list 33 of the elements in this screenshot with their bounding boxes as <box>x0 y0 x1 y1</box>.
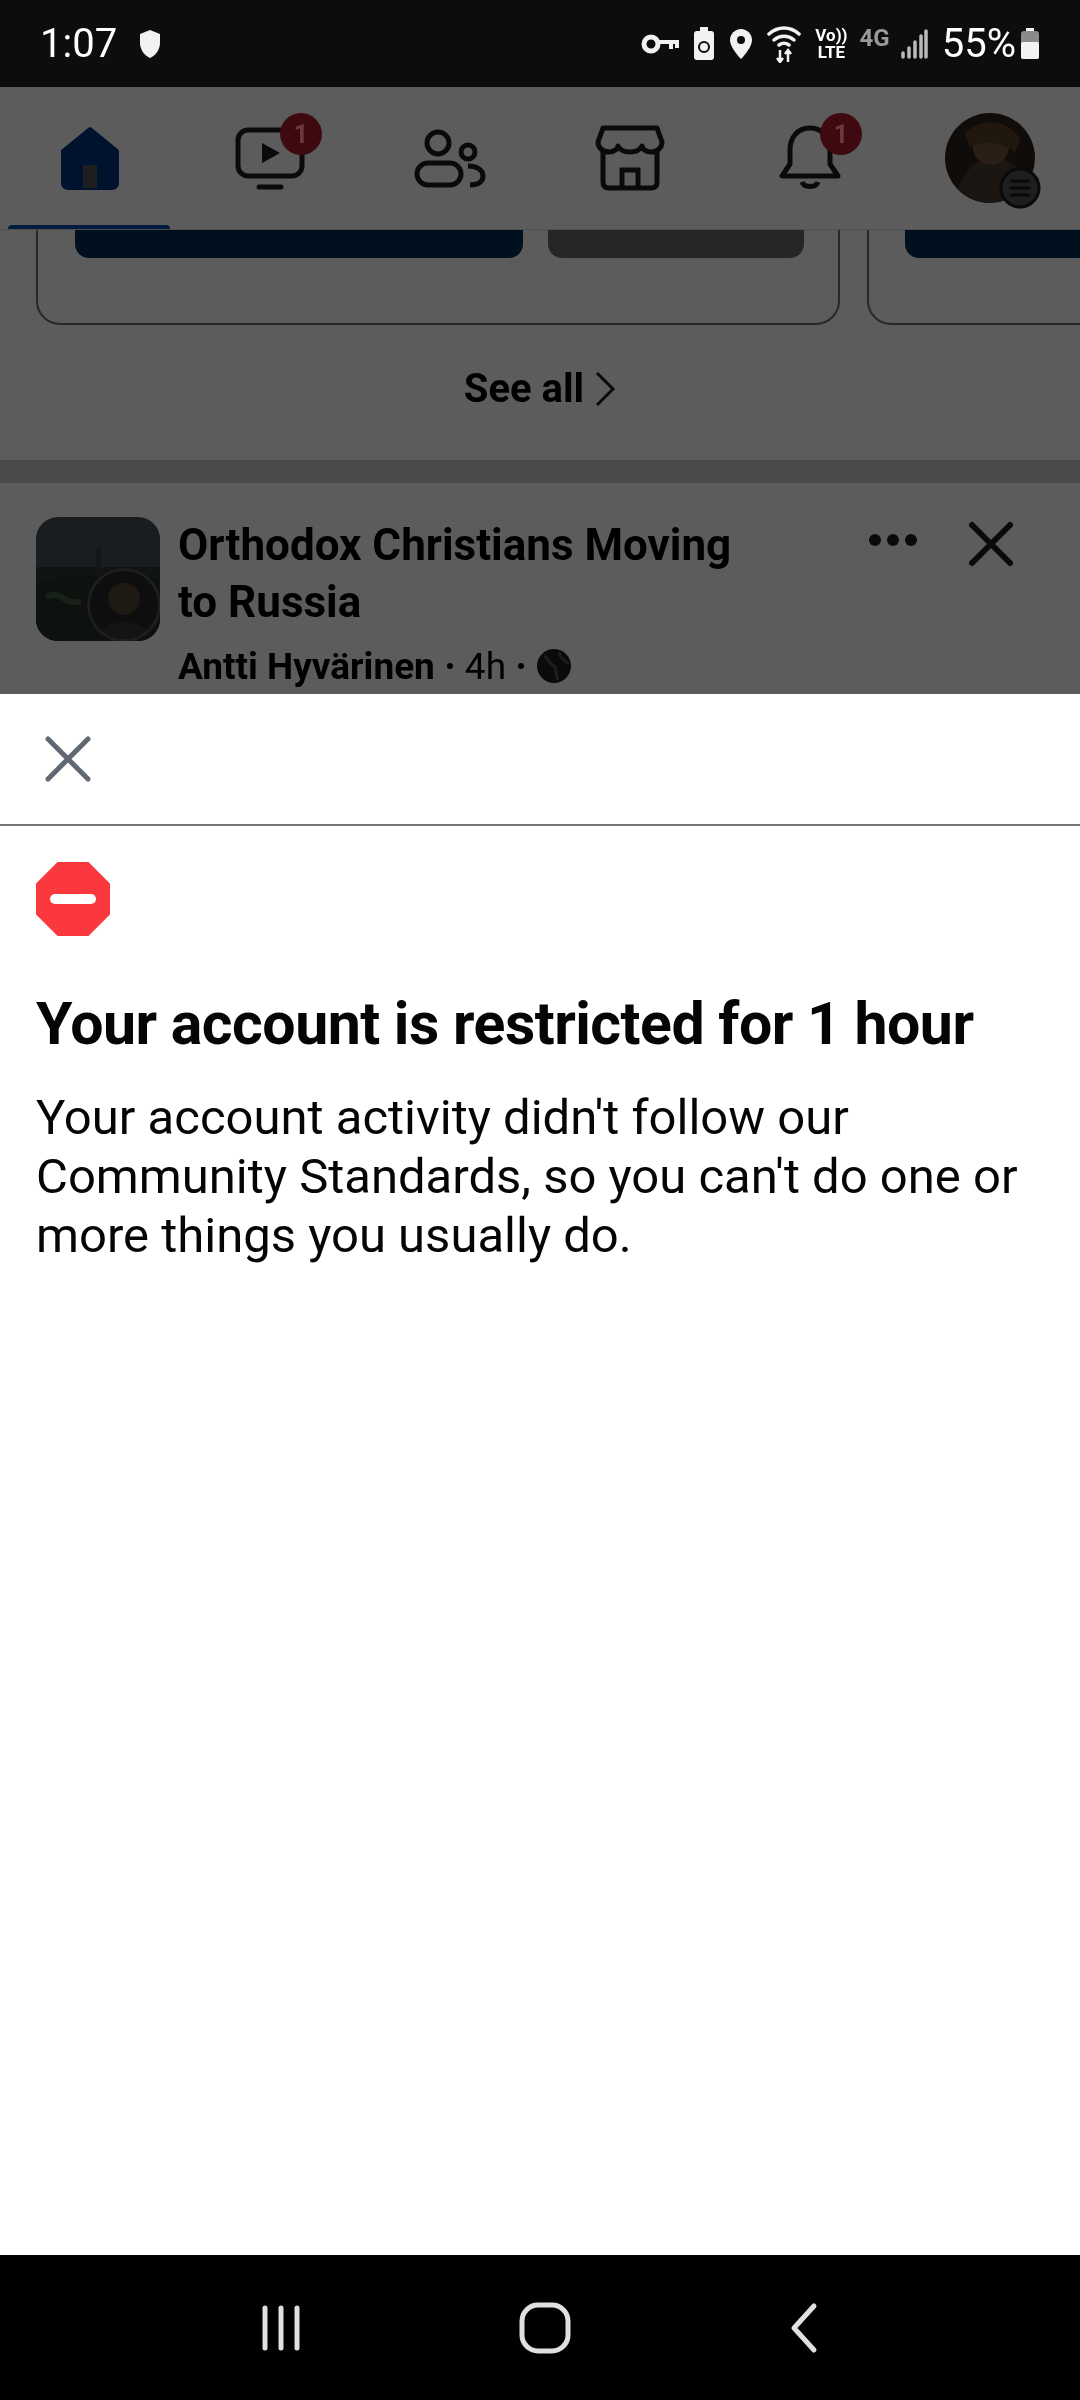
volte-label: LTE <box>817 43 846 61</box>
group-name: Orthodox Christians Moving to Russia <box>178 517 733 630</box>
shield-icon <box>139 28 162 59</box>
close-icon <box>45 736 91 782</box>
battery-icon <box>1020 27 1040 60</box>
location-icon <box>729 27 754 60</box>
battery-percent: 55% <box>941 23 1016 64</box>
bell-icon <box>777 124 843 192</box>
chevron-icon <box>594 369 617 408</box>
dialog-title: Your account is restricted for 1 hour <box>36 990 975 1058</box>
key-icon <box>641 32 680 55</box>
friends-icon <box>414 128 486 188</box>
home-button[interactable] <box>518 2300 572 2355</box>
battery-saver-icon <box>693 26 716 61</box>
separator-dot <box>518 663 525 670</box>
separator-dot <box>446 663 453 670</box>
stop-icon <box>36 862 110 936</box>
volte-label: Vo)) <box>815 26 848 44</box>
signal-icon <box>899 28 928 59</box>
clock: 1:07 <box>40 23 118 64</box>
see-all-link[interactable]: See all <box>463 358 617 419</box>
wifi-icon <box>767 24 802 63</box>
menu-icon <box>999 167 1041 209</box>
store-icon <box>595 124 665 192</box>
globe-icon <box>536 648 573 685</box>
more-icon <box>868 532 918 547</box>
post-time: 4h <box>464 643 507 690</box>
dialog-message: Your account activity didn't follow our Community Standards, so you can't do one or more things you usually do. <box>36 1088 1019 1265</box>
more-button[interactable] <box>868 532 918 547</box>
author-name: Antti Hyvärinen <box>178 643 435 690</box>
network-type: 4G <box>859 26 890 50</box>
close-icon <box>968 520 1014 567</box>
hide-post-button[interactable] <box>968 520 1014 567</box>
